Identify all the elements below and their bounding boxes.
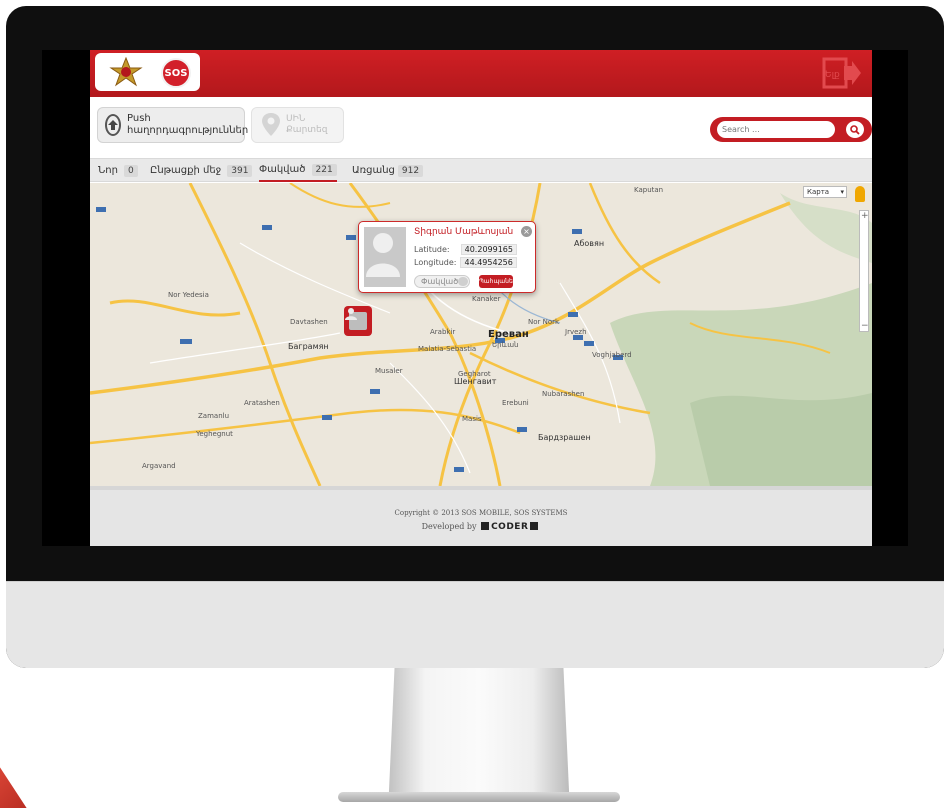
tab-label: Նոր xyxy=(98,165,118,176)
map-label: ՍԻՆ Քարտեզ xyxy=(286,114,327,136)
coder-left-icon xyxy=(481,522,490,530)
map-label-voghjaberd: Voghjaberd xyxy=(592,351,632,359)
map-label-masis: Masis xyxy=(462,415,482,423)
status-value: Փակված xyxy=(421,277,459,286)
corner-decoration xyxy=(0,767,27,808)
search-input[interactable] xyxy=(717,121,835,138)
save-button[interactable]: Պահպանել xyxy=(479,275,514,288)
developed-by-label: Developed by xyxy=(421,522,477,531)
map-label-line1: ՍԻՆ xyxy=(286,114,306,124)
longitude-label: Longitude: xyxy=(414,258,457,267)
header-bar: SOS Ելք xyxy=(90,50,872,97)
map-label-nor-yedesia: Nor Yedesia xyxy=(168,291,209,299)
map-label-jrvezh: Jrvezh xyxy=(565,328,587,336)
tab-count: 912 xyxy=(397,164,424,177)
user-name: Տիգրան Մաթևոսյան xyxy=(414,227,514,237)
rescue-emblem-icon xyxy=(109,57,143,87)
tab-label: Փակված xyxy=(259,164,306,175)
map-label-argavand: Argavand xyxy=(142,462,176,470)
arrow-up-icon xyxy=(105,114,121,136)
map-label-bagramyan: Баграмян xyxy=(288,342,329,351)
street-view-pegman-icon[interactable] xyxy=(855,186,865,202)
map-label-musaler: Musaler xyxy=(375,367,403,375)
map-button[interactable]: ՍԻՆ Քարտեզ xyxy=(251,107,344,143)
sos-logo: SOS xyxy=(161,58,191,88)
latitude-label: Latitude: xyxy=(414,245,450,254)
status-tabs: Նոր 0 Ընթացքի մեջ 391 Փակված 221 Առցանց 912 xyxy=(90,158,872,182)
tab-online[interactable]: Առցանց 912 xyxy=(352,159,424,182)
location-pin-icon xyxy=(262,113,280,136)
map-label-yeghegnut: Yeghegnut xyxy=(196,430,233,438)
tab-count: 221 xyxy=(311,163,337,176)
exit-icon: Ելք xyxy=(822,57,861,89)
longitude-row: Longitude: 44.4954256 xyxy=(414,257,517,268)
map-label-zamanlu: Zamanlu xyxy=(198,412,230,420)
longitude-value: 44.4954256 xyxy=(460,257,517,268)
map-label-line2: Քարտեզ xyxy=(286,125,328,135)
logout-button[interactable]: Ելք xyxy=(820,54,864,92)
search-button[interactable] xyxy=(846,121,864,138)
map-label-malatia: Malatia-Sebastia xyxy=(418,345,477,353)
tab-count: 0 xyxy=(123,164,138,177)
app-window: SOS Ելք Push հաղորդագրություններ ՍԻՆ Քար… xyxy=(90,50,872,546)
zoom-control: + − xyxy=(859,210,869,332)
user-avatar-icon xyxy=(345,308,367,330)
map-label-yerevan: Ереван xyxy=(488,329,529,340)
push-label-line1: Push xyxy=(127,113,151,124)
zoom-in-button[interactable]: + xyxy=(861,212,869,221)
latitude-row: Latitude: 40.2099165 xyxy=(414,244,517,255)
map-label-kaputan: Kaputan xyxy=(634,186,664,194)
developed-by: Developed by CODER xyxy=(90,522,872,532)
tab-new[interactable]: Նոր 0 xyxy=(98,159,138,182)
incident-marker[interactable] xyxy=(344,306,372,336)
copyright-text: Copyright © 2013 SOS MOBILE, SOS SYSTEMS xyxy=(394,509,568,517)
push-label-line2: հաղորդագրություններ xyxy=(127,125,249,136)
search-box xyxy=(710,117,872,142)
map-label-bardzrashen: Бардзрашен xyxy=(538,433,591,442)
tab-in-progress[interactable]: Ընթացքի մեջ 391 xyxy=(150,159,253,182)
latitude-value: 40.2099165 xyxy=(460,244,517,255)
tab-count: 391 xyxy=(227,164,253,177)
map-label-arabkir: Arabkir xyxy=(430,328,456,336)
tab-label: Առցանց xyxy=(352,165,395,176)
logout-label: Ելք xyxy=(825,70,840,80)
map-type-select[interactable]: Карта ▾ xyxy=(803,186,847,198)
footer: Copyright © 2013 SOS MOBILE, SOS SYSTEMS… xyxy=(90,486,872,546)
zoom-out-button[interactable]: − xyxy=(861,322,869,331)
logo-area[interactable]: SOS xyxy=(95,53,200,91)
map-label-kanaker: Kanaker xyxy=(472,295,501,303)
user-photo xyxy=(364,227,406,287)
person-silhouette-icon xyxy=(366,233,400,277)
monitor-stand xyxy=(388,668,570,796)
incident-popup: Տիգրան Մաթևոսյան × Latitude: 40.2099165 L… xyxy=(358,221,536,293)
coder-logo[interactable]: CODER xyxy=(479,522,540,532)
map-label-abovyan: Абовян xyxy=(574,239,605,248)
monitor-chin xyxy=(6,581,944,668)
coder-label: CODER xyxy=(491,522,529,532)
map-type-label: Карта xyxy=(807,188,830,196)
map-label-shengavit: Шенгавит xyxy=(454,377,497,386)
map-label-nubarashen: Nubarashen xyxy=(542,390,585,398)
search-icon xyxy=(850,124,860,135)
chevron-down-icon: ▾ xyxy=(840,188,844,196)
stage: SOS Ելք Push հաղորդագրություններ ՍԻՆ Քար… xyxy=(0,0,950,808)
coder-right-icon xyxy=(530,522,539,530)
close-icon[interactable]: × xyxy=(521,226,532,237)
map-label-davtashen: Davtashen xyxy=(290,318,328,326)
status-select[interactable]: Փակված xyxy=(414,275,470,288)
monitor-base xyxy=(338,792,620,802)
tab-closed[interactable]: Փակված 221 xyxy=(259,159,337,182)
tab-label: Ընթացքի մեջ xyxy=(150,165,222,176)
map-view[interactable]: Nor Yedesia Баграмян Ереван Երևան Malati… xyxy=(90,183,872,486)
push-label: Push հաղորդագրություններ xyxy=(127,113,248,137)
map-label-aratashen: Aratashen xyxy=(244,399,280,407)
chevron-down-icon xyxy=(458,277,468,286)
map-label-nor-nork: Nor Nork xyxy=(528,318,560,326)
map-label-erebuni: Erebuni xyxy=(502,399,529,407)
push-notifications-button[interactable]: Push հաղորդագրություններ xyxy=(97,107,248,143)
map-label-yerevan-arm: Երևան xyxy=(492,341,519,349)
